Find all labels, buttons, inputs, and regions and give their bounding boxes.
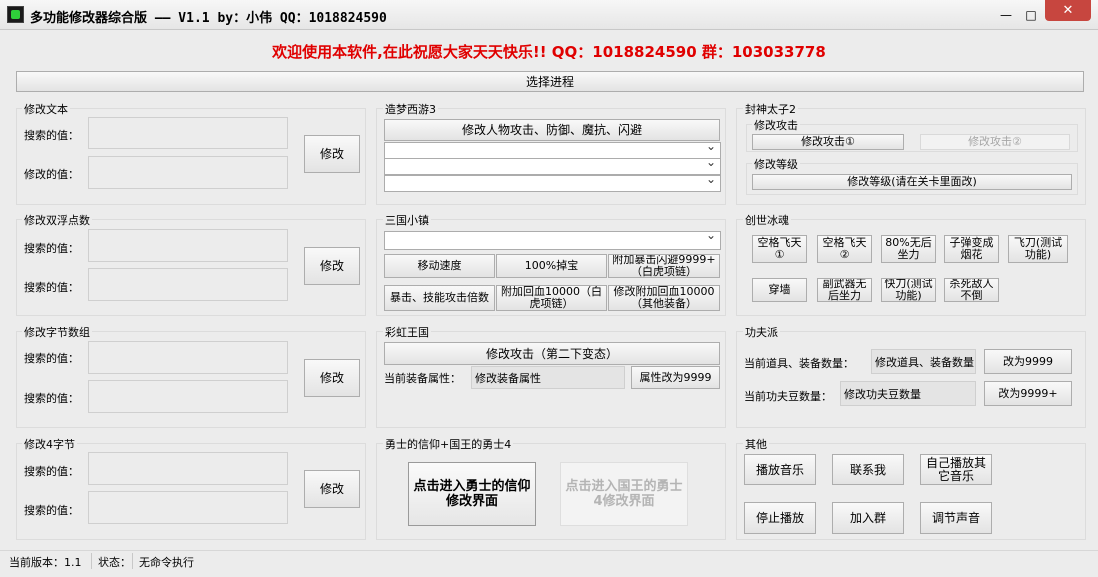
sanguo-heal-other-button[interactable]: 修改附加回血10000（其他装备） [608, 285, 720, 311]
search-label: 搜索的值： [24, 504, 79, 517]
double-modify-button[interactable]: 修改 [304, 247, 360, 285]
state-value: 无命令执行 [139, 556, 194, 569]
stop-music-button[interactable]: 停止播放 [744, 502, 816, 534]
sanguo-speed-button[interactable]: 移动速度 [384, 254, 495, 278]
double-mod-title: 修改双浮点数 [22, 212, 92, 228]
fengshen-attack2-button[interactable]: 修改攻击② [920, 134, 1070, 150]
bullet-firework-button[interactable]: 子弹变成烟花 [944, 235, 999, 263]
bytes-search-input-1[interactable] [88, 341, 288, 374]
window-title: 多功能修改器综合版 —— V1.1 by：小伟 QQ：1018824590 [30, 11, 387, 26]
caihong-title: 彩虹王国 [383, 324, 431, 340]
gongfu-title: 功夫派 [743, 324, 780, 340]
maximize-button[interactable]: □ [1019, 4, 1043, 25]
fast-knife-button[interactable]: 快刀(测试功能) [881, 278, 936, 302]
sub-weapon-no-recoil-button[interactable]: 副武器无后坐力 [817, 278, 872, 302]
app-icon [7, 6, 24, 23]
contact-button[interactable]: 联系我 [832, 454, 904, 485]
double-search-input-2[interactable] [88, 268, 288, 301]
fengshen-attack-title: 修改攻击 [752, 117, 800, 133]
int4-search-input-1[interactable] [88, 452, 288, 485]
zaomeng-select-3[interactable] [384, 172, 721, 192]
search-label: 搜索的值： [24, 352, 79, 365]
faith-enter-button[interactable]: 点击进入勇士的信仰修改界面 [408, 462, 536, 526]
bytes-mod-title: 修改字节数组 [22, 324, 92, 340]
equip-label: 当前装备属性： [384, 372, 461, 385]
close-button[interactable]: ✕ [1045, 0, 1091, 21]
fengshen-attack1-button[interactable]: 修改攻击① [752, 134, 904, 150]
sanguo-attack-button[interactable]: 暴击、技能攻击倍数 [384, 285, 495, 311]
attr-9999-button[interactable]: 属性改为9999 [631, 366, 720, 389]
search-label: 搜索的值： [24, 392, 79, 405]
item-count-label: 当前道具、装备数量： [744, 357, 854, 370]
search-label: 搜索的值： [24, 465, 79, 478]
sanguo-select[interactable] [384, 228, 721, 250]
modify-label: 修改的值： [24, 168, 79, 181]
play-music-button[interactable]: 播放音乐 [744, 454, 816, 485]
bytes-modify-button[interactable]: 修改 [304, 359, 360, 397]
item-9999-button[interactable]: 改为9999 [984, 349, 1072, 374]
zaomeng-title: 造梦西游3 [383, 101, 438, 117]
modify-value-input[interactable] [88, 156, 288, 189]
volume-button[interactable]: 调节声音 [920, 502, 992, 534]
minimize-button[interactable]: — [994, 4, 1018, 25]
join-group-button[interactable]: 加入群 [832, 502, 904, 534]
int4-modify-button[interactable]: 修改 [304, 470, 360, 508]
bean-count-field[interactable]: 修改功夫豆数量 [840, 381, 976, 406]
search-label: 搜索的值： [24, 129, 79, 142]
caihong-attack-button[interactable]: 修改攻击（第二下变态） [384, 342, 720, 365]
sanguo-drop-button[interactable]: 100%掉宝 [496, 254, 607, 278]
flying-knife-button[interactable]: 飞刀(测试功能) [1008, 235, 1068, 263]
sanguo-heal-button[interactable]: 附加回血10000（白虎项链） [496, 285, 607, 311]
text-mod-title: 修改文本 [22, 101, 70, 117]
fengshen-title: 封神太子2 [743, 101, 798, 117]
bean-9999-button[interactable]: 改为9999+ [984, 381, 1072, 406]
zaomeng-select-2[interactable] [384, 155, 721, 175]
double-search-input-1[interactable] [88, 229, 288, 262]
state-label: 状态： [98, 556, 131, 569]
bean-count-label: 当前功夫豆数量： [744, 390, 832, 403]
sanguo-title: 三国小镇 [383, 212, 431, 228]
search-label: 搜索的值： [24, 242, 79, 255]
version-label: 当前版本：1.1 [9, 556, 82, 569]
enemy-immortal-button[interactable]: 杀死敌人不倒 [944, 278, 999, 302]
search-value-input[interactable] [88, 117, 288, 149]
gongfu-group [736, 331, 1086, 428]
int4-mod-title: 修改4字节 [22, 436, 77, 452]
item-count-field[interactable]: 修改道具、装备数量 [871, 349, 976, 374]
sanguo-crit-button[interactable]: 附加暴击闪避9999+（白虎项链） [608, 254, 720, 278]
search-label: 搜索的值： [24, 281, 79, 294]
equip-value-field[interactable]: 修改装备属性 [471, 366, 625, 389]
fly-1-button[interactable]: 空格飞天① [752, 235, 807, 263]
text-modify-button[interactable]: 修改 [304, 135, 360, 173]
bytes-search-input-2[interactable] [88, 380, 288, 413]
custom-music-button[interactable]: 自己播放其它音乐 [920, 454, 992, 485]
fly-2-button[interactable]: 空格飞天② [817, 235, 872, 263]
other-title: 其他 [743, 436, 769, 452]
wall-hack-button[interactable]: 穿墙 [752, 278, 807, 302]
status-separator [91, 553, 92, 569]
zaomeng-select-1[interactable] [384, 139, 721, 159]
king-enter-button[interactable]: 点击进入国王的勇士4修改界面 [560, 462, 688, 526]
fengshen-level-button[interactable]: 修改等级(请在关卡里面改) [752, 174, 1072, 190]
no-recoil-80-button[interactable]: 80%无后坐力 [881, 235, 936, 263]
welcome-banner: 欢迎使用本软件,在此祝愿大家天天快乐!! QQ：1018824590 群：103… [272, 43, 826, 61]
yongshi-title: 勇士的信仰+国王的勇士4 [383, 436, 514, 452]
select-process-button[interactable]: 选择进程 [16, 71, 1084, 92]
status-separator [132, 553, 133, 569]
fengshen-level-title: 修改等级 [752, 156, 800, 172]
int4-search-input-2[interactable] [88, 491, 288, 524]
chuangshi-title: 创世冰魂 [743, 212, 791, 228]
zaomeng-modify-button[interactable]: 修改人物攻击、防御、魔抗、闪避 [384, 119, 720, 141]
